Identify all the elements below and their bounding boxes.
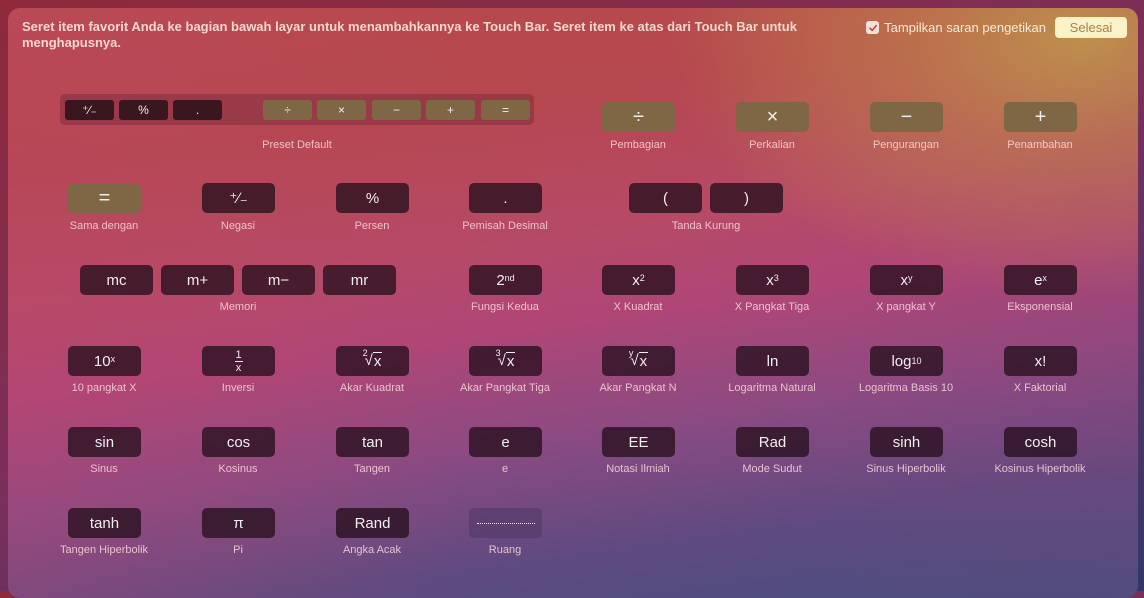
preset-default-label: Preset Default bbox=[262, 139, 332, 151]
preset-key-subtract: − bbox=[372, 100, 421, 120]
item-pi[interactable]: π bbox=[202, 508, 275, 538]
item-equals[interactable]: = bbox=[68, 183, 141, 213]
item-cube[interactable]: x3 bbox=[736, 265, 809, 295]
radicand: x bbox=[372, 352, 383, 370]
square-base: x bbox=[632, 271, 640, 289]
space-dots-icon bbox=[476, 522, 535, 524]
radicand: x bbox=[505, 352, 516, 370]
item-tan[interactable]: tan bbox=[336, 427, 409, 457]
item-ee[interactable]: EE bbox=[602, 427, 675, 457]
second-base: 2 bbox=[496, 271, 505, 289]
item-exp[interactable]: ex bbox=[1004, 265, 1077, 295]
item-memory-subtract[interactable]: m− bbox=[242, 265, 315, 295]
item-percent[interactable]: % bbox=[336, 183, 409, 213]
item-space[interactable] bbox=[469, 508, 542, 538]
nroot-symbol: y √ x bbox=[628, 348, 649, 370]
item-factorial[interactable]: x! bbox=[1004, 346, 1077, 376]
item-rad[interactable]: Rad bbox=[736, 427, 809, 457]
preset-key-decimal: . bbox=[173, 100, 222, 120]
item-ten-power-x[interactable]: 10 x bbox=[68, 346, 141, 376]
power-y-base: x bbox=[900, 271, 909, 289]
item-nroot[interactable]: y √ x bbox=[602, 346, 675, 376]
item-decimal[interactable]: . bbox=[469, 183, 542, 213]
item-cos[interactable]: cos bbox=[202, 427, 275, 457]
sqrt-symbol: 2 √ x bbox=[362, 348, 383, 370]
item-sinh[interactable]: sinh bbox=[870, 427, 943, 457]
item-space-label: Ruang bbox=[488, 544, 522, 556]
item-paren-close[interactable]: ) bbox=[710, 183, 783, 213]
item-memory-recall[interactable]: mr bbox=[323, 265, 396, 295]
item-second-function[interactable]: 2nd bbox=[469, 265, 542, 295]
inverse-numerator: 1 bbox=[235, 348, 242, 361]
item-cosh-label: Kosinus Hiperbolik bbox=[994, 463, 1086, 475]
item-inverse[interactable]: 1 x bbox=[202, 346, 275, 376]
root-index: 2 bbox=[362, 348, 368, 358]
item-paren-open[interactable]: ( bbox=[629, 183, 702, 213]
item-power-y[interactable]: xy bbox=[870, 265, 943, 295]
item-ln[interactable]: ln bbox=[736, 346, 809, 376]
item-divide[interactable]: ÷ bbox=[602, 102, 675, 132]
preset-key-negate: ⁺∕₋ bbox=[65, 100, 114, 120]
item-add[interactable]: + bbox=[1004, 102, 1077, 132]
preset-key-equals: = bbox=[481, 100, 530, 120]
item-log10[interactable]: log 10 bbox=[870, 346, 943, 376]
root-index: 3 bbox=[495, 348, 501, 358]
item-parens-label: Tanda Kurung bbox=[671, 220, 741, 232]
ten-x-base: 10 bbox=[93, 352, 111, 370]
item-e[interactable]: e bbox=[469, 427, 542, 457]
radicand: x bbox=[638, 352, 649, 370]
cbrt-symbol: 3 √ x bbox=[495, 348, 516, 370]
inverse-fraction: 1 x bbox=[234, 348, 243, 374]
preset-key-add: + bbox=[426, 100, 475, 120]
item-cbrt[interactable]: 3 √ x bbox=[469, 346, 542, 376]
root-index: y bbox=[628, 348, 634, 358]
item-sin[interactable]: sin bbox=[68, 427, 141, 457]
item-tanh[interactable]: tanh bbox=[68, 508, 141, 538]
item-rand[interactable]: Rand bbox=[336, 508, 409, 538]
preset-key-percent: % bbox=[119, 100, 168, 120]
item-exp-label: Eksponensial bbox=[1007, 301, 1073, 313]
item-memory-add[interactable]: m+ bbox=[161, 265, 234, 295]
preset-key-divide: ÷ bbox=[263, 100, 312, 120]
item-memory-label: Memori bbox=[219, 301, 257, 313]
preset-key-multiply: × bbox=[317, 100, 366, 120]
item-square[interactable]: x2 bbox=[602, 265, 675, 295]
item-sqrt[interactable]: 2 √ x bbox=[336, 346, 409, 376]
item-cosh[interactable]: cosh bbox=[1004, 427, 1077, 457]
item-factorial-label: X Faktorial bbox=[1013, 382, 1067, 394]
item-subtract[interactable]: − bbox=[870, 102, 943, 132]
item-negate[interactable]: ⁺∕₋ bbox=[202, 183, 275, 213]
cube-base: x bbox=[766, 271, 774, 289]
items-area: ⁺∕₋ % . ÷ × − + = Preset Default ÷ Pemba… bbox=[0, 0, 1144, 591]
exp-base: e bbox=[1034, 271, 1043, 289]
item-add-label: Penambahan bbox=[1007, 139, 1073, 151]
log-base: log bbox=[891, 352, 912, 370]
item-multiply[interactable]: × bbox=[736, 102, 809, 132]
item-decimal-label: Pemisah Desimal bbox=[462, 220, 548, 232]
inverse-denominator: x bbox=[235, 361, 242, 374]
item-memory-clear[interactable]: mc bbox=[80, 265, 153, 295]
